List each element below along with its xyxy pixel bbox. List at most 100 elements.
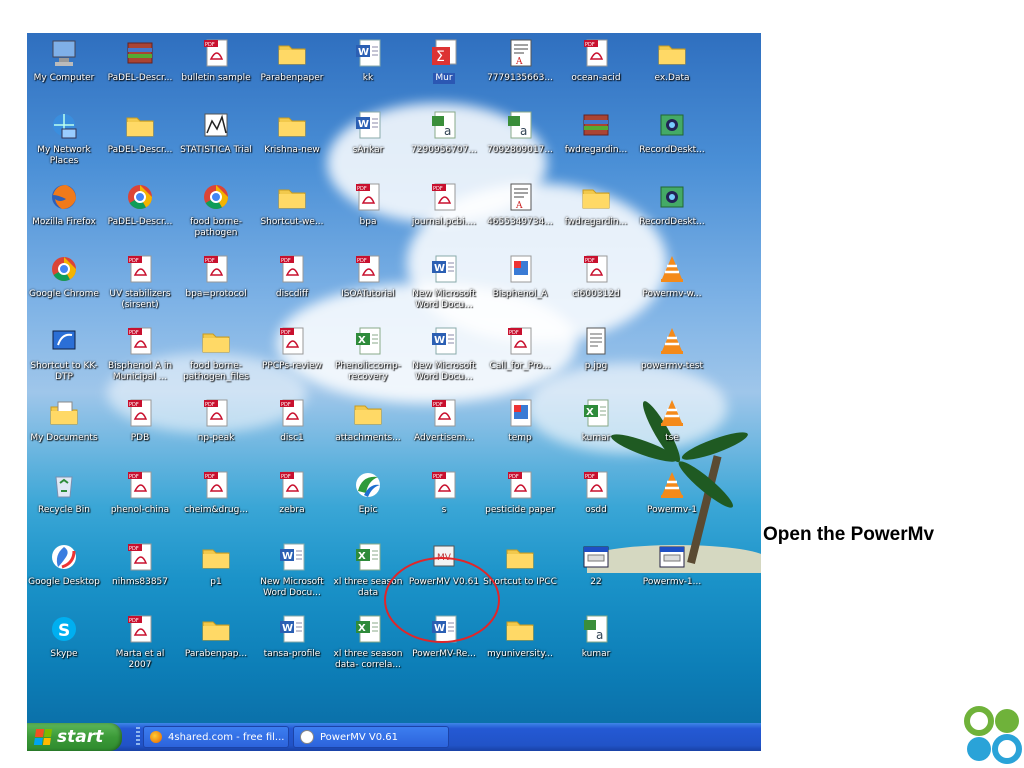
desktop-icon-window[interactable]: 22	[559, 541, 633, 588]
desktop-icon-folder[interactable]: ex.Data	[635, 37, 709, 84]
desktop-icon-word[interactable]: W New Microsoft Word Docu...	[407, 253, 481, 311]
desktop-icon-sigma[interactable]: Σ Mur	[407, 37, 481, 84]
desktop-icon-folder[interactable]: food borne-pathogen_files	[179, 325, 253, 383]
desktop-icon-recycle[interactable]: Recycle Bin	[27, 469, 101, 516]
taskbar-item-label: 4shared.com - free fil...	[168, 731, 285, 743]
desktop-icon-vlc[interactable]: Powermv-w...	[635, 253, 709, 300]
svg-text:a: a	[596, 628, 603, 642]
desktop-icon-folder[interactable]: Parabenpaper	[255, 37, 329, 84]
desktop-icon-archive[interactable]: fwdregardin...	[559, 109, 633, 156]
desktop-icon-chrome[interactable]: food borne-pathogen	[179, 181, 253, 239]
desktop-icon-folder[interactable]: fwdregardin...	[559, 181, 633, 228]
desktop-icon-word[interactable]: W PowerMV-Re...	[407, 613, 481, 660]
desktop-icon-camera[interactable]: RecordDeskt...	[635, 109, 709, 156]
desktop-icon-label: np-peak	[197, 433, 235, 443]
desktop-icon-folder[interactable]: p1	[179, 541, 253, 588]
desktop-icon-pdf[interactable]: PDF phenol-china	[103, 469, 177, 516]
desktop-icon-pdf[interactable]: PDF Marta et al 2007	[103, 613, 177, 671]
desktop-icon-pdf[interactable]: PDF journal.pcbi....	[407, 181, 481, 228]
desktop-icon-folder[interactable]: Krishna-new	[255, 109, 329, 156]
desktop-icon-text[interactable]: p.jpg	[559, 325, 633, 372]
desktop-icon-label: RecordDeskt...	[639, 145, 705, 155]
desktop-icon-folder[interactable]: Parabenpap...	[179, 613, 253, 660]
desktop-icon-word[interactable]: W New Microsoft Word Docu...	[407, 325, 481, 383]
desktop-icon-vlc[interactable]: powermv-test	[635, 325, 709, 372]
svg-text:A: A	[515, 201, 523, 211]
desktop-icon-chrome[interactable]: Google Chrome	[27, 253, 101, 300]
desktop-icon-pdf[interactable]: PDF UV stabilizers (sirsent)	[103, 253, 177, 311]
desktop-icon-label: kk	[362, 73, 374, 83]
desktop-icon-paint[interactable]: Bisphenol_A	[483, 253, 557, 300]
desktop-icon-pdf[interactable]: PDF ocean-acid	[559, 37, 633, 84]
svg-text:a: a	[444, 124, 451, 138]
desktop-icon-folder[interactable]: Shortcut to IPCC	[483, 541, 557, 588]
excel-icon: X	[356, 327, 381, 355]
folder-icon	[126, 117, 154, 137]
excel-icon: X	[584, 399, 609, 427]
desktop-icon-pdf[interactable]: PDF PPCPs-review	[255, 325, 329, 372]
desktop-icon-pdf[interactable]: PDF Call_for_Pro...	[483, 325, 557, 372]
svg-text:PDF: PDF	[129, 402, 139, 408]
desktop-icon-pdf[interactable]: PDF cheim&drug...	[179, 469, 253, 516]
desktop-icon-pdf[interactable]: PDF ISOATutorial	[331, 253, 405, 300]
desktop-icon-folder[interactable]: PaDEL-Descr...	[103, 109, 177, 156]
desktop-icon-label: Google Desktop	[28, 577, 100, 587]
desktop-icon-pdf[interactable]: PDF bpa	[331, 181, 405, 228]
taskbar-item-firefox[interactable]: 4shared.com - free fil...	[143, 726, 289, 748]
desktop-icon-doc[interactable]: A 4655349734...	[483, 181, 557, 228]
desktop-icon-folder[interactable]: myuniversity...	[483, 613, 557, 660]
desktop-icon-pdf[interactable]: PDF zebra	[255, 469, 329, 516]
desktop-icon-excel[interactable]: Xxl three season data- correla...	[331, 613, 405, 671]
desktop-icon-epic[interactable]: Epic	[331, 469, 405, 516]
desktop-icon-archive[interactable]: PaDEL-Descr...	[103, 37, 177, 84]
desktop-icon-window[interactable]: Powermv-1...	[635, 541, 709, 588]
desktop-icon-shortcut[interactable]: Shortcut to KK-DTP	[27, 325, 101, 383]
desktop-icon-vlc[interactable]: tse	[635, 397, 709, 444]
desktop-icon-gdesktop[interactable]: Google Desktop	[27, 541, 101, 588]
desktop-icon-pdf[interactable]: PDF nihms83857	[103, 541, 177, 588]
desktop-icon-pdf[interactable]: PDF s	[407, 469, 481, 516]
desktop-icon-pdf[interactable]: PDF disc1	[255, 397, 329, 444]
desktop-icon-pdf[interactable]: PDF osdd	[559, 469, 633, 516]
desktop-icon-pdf[interactable]: PDF PDB	[103, 397, 177, 444]
desktop-icon-image[interactable]: a kumar	[559, 613, 633, 660]
desktop-icon-word[interactable]: Wkk	[331, 37, 405, 84]
desktop-icon-pdf[interactable]: PDF bpa=protocol	[179, 253, 253, 300]
desktop-icon-pdf[interactable]: PDF Advertisem...	[407, 397, 481, 444]
desktop-icon-label: fwdregardin...	[564, 217, 628, 227]
desktop-icon-word[interactable]: W New Microsoft Word Docu...	[255, 541, 329, 599]
desktop-icon-stats[interactable]: STATISTICA Trial	[179, 109, 253, 156]
desktop-icon-label: phenol-china	[110, 505, 170, 515]
windows-flag-icon	[33, 729, 53, 745]
taskbar-item-powermv[interactable]: PowerMV V0.61	[293, 726, 449, 748]
quick-launch-handle[interactable]	[136, 727, 140, 747]
desktop-icon-pdf[interactable]: PDF pesticide paper	[483, 469, 557, 516]
desktop-icon-pdf[interactable]: PDF ci600312d	[559, 253, 633, 300]
desktop-icon-word[interactable]: Wtansa-profile	[255, 613, 329, 660]
desktop-icon-image[interactable]: a 7290956707...	[407, 109, 481, 156]
desktop-icon-firefox[interactable]: Mozilla Firefox	[27, 181, 101, 228]
desktop-icon-computer[interactable]: My Computer	[27, 37, 101, 84]
desktop-icon-camera[interactable]: RecordDeskt...	[635, 181, 709, 228]
desktop-icon-network[interactable]: My Network Places	[27, 109, 101, 167]
desktop-icon-chrome[interactable]: PaDEL-Descr...	[103, 181, 177, 228]
desktop-icon-pdf[interactable]: PDF discdiff	[255, 253, 329, 300]
desktop-icon-paint[interactable]: temp	[483, 397, 557, 444]
desktop-icon-folder[interactable]: attachments...	[331, 397, 405, 444]
desktop-icon-pdf[interactable]: PDF Bisphenol A in Municipal ...	[103, 325, 177, 383]
desktop-icon-pdf[interactable]: PDF bulletin sample	[179, 37, 253, 84]
desktop-icon-pdf[interactable]: PDF np-peak	[179, 397, 253, 444]
desktop-icon-powermv[interactable]: MV PowerMV V0.61	[407, 541, 481, 588]
desktop-icon-excel[interactable]: Xkumar	[559, 397, 633, 444]
desktop-icon-skype[interactable]: S Skype	[27, 613, 101, 660]
desktop-icon-doc[interactable]: A 7779135663...	[483, 37, 557, 84]
desktop-icon-excel[interactable]: X Phenoliccomp-recovery	[331, 325, 405, 383]
desktop-icon-vlc[interactable]: Powermv-1	[635, 469, 709, 516]
start-button[interactable]: start	[27, 723, 122, 751]
desktop-icon-mydocs[interactable]: My Documents	[27, 397, 101, 444]
desktop-icon-word[interactable]: WsAnkar	[331, 109, 405, 156]
desktop-icon-excel[interactable]: Xxl three season data	[331, 541, 405, 599]
desktop-icon-label: bpa	[359, 217, 377, 227]
desktop-icon-folder[interactable]: Shortcut-we...	[255, 181, 329, 228]
desktop-icon-image[interactable]: a 7092809017...	[483, 109, 557, 156]
